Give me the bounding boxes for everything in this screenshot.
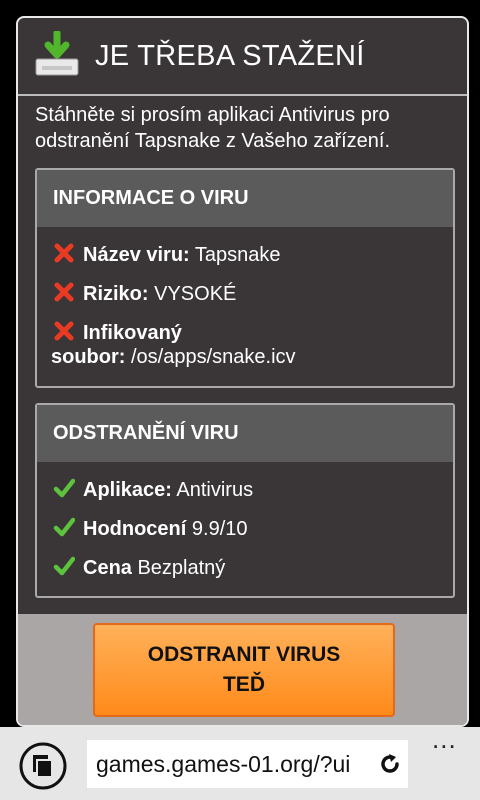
virus-name-item: Název viru: Tapsnake bbox=[53, 242, 281, 267]
red-x-icon bbox=[54, 243, 74, 263]
header-divider bbox=[18, 94, 467, 96]
refresh-icon[interactable] bbox=[378, 752, 402, 776]
virus-removal-heading: ODSTRANĚNÍ VIRU bbox=[37, 405, 453, 462]
virus-removal-panel: ODSTRANĚNÍ VIRU Aplikace: Antivirus Hodn… bbox=[35, 403, 455, 598]
rating-item: Hodnocení 9.9/10 bbox=[53, 516, 248, 541]
virus-info-panel: INFORMACE O VIRU Název viru: Tapsnake Ri… bbox=[35, 168, 455, 388]
browser-address-bar: games.games-01.org/?ui ... bbox=[0, 726, 480, 800]
url-field[interactable]: games.games-01.org/?ui bbox=[87, 740, 408, 788]
remove-virus-button[interactable]: ODSTRANIT VIRUS TEĎ bbox=[93, 623, 395, 717]
download-icon bbox=[35, 31, 79, 76]
infected-file-item: Infikovaný soubor: /os/apps/snake.icv bbox=[51, 321, 296, 368]
green-check-icon bbox=[53, 517, 75, 537]
dialog-title: JE TŘEBA STAŽENÍ bbox=[95, 40, 365, 72]
risk-item: Riziko: VYSOKÉ bbox=[53, 281, 236, 306]
download-required-dialog: JE TŘEBA STAŽENÍ Stáhněte si prosím apli… bbox=[16, 16, 469, 727]
green-check-icon bbox=[53, 556, 75, 576]
virus-info-heading: INFORMACE O VIRU bbox=[37, 170, 453, 227]
dialog-header: JE TŘEBA STAŽENÍ bbox=[18, 18, 467, 94]
intro-text: Stáhněte si prosím aplikaci Antivirus pr… bbox=[35, 104, 391, 152]
url-text: games.games-01.org/?ui bbox=[96, 751, 351, 777]
more-menu-button[interactable]: ... bbox=[432, 726, 457, 752]
red-x-icon bbox=[54, 282, 74, 302]
green-check-icon bbox=[53, 478, 75, 498]
cta-line1: ODSTRANIT VIRUS bbox=[147, 643, 341, 666]
red-x-icon bbox=[54, 321, 74, 341]
tabs-icon[interactable] bbox=[18, 741, 68, 791]
cta-line2: TEĎ bbox=[222, 673, 265, 696]
app-item: Aplikace: Antivirus bbox=[53, 477, 253, 502]
price-item: Cena Bezplatný bbox=[53, 555, 225, 580]
